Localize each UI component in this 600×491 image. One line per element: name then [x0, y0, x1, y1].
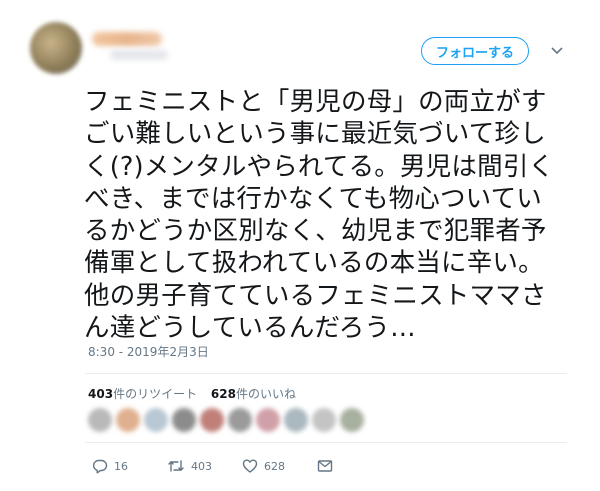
- liker-avatar[interactable]: [144, 408, 168, 432]
- like-button[interactable]: 628: [242, 458, 317, 474]
- heart-icon: [242, 459, 258, 473]
- follow-button[interactable]: フォローする: [421, 37, 529, 65]
- retweets-stat[interactable]: 403件のリツイート: [88, 387, 197, 401]
- retweet-button[interactable]: 403: [167, 458, 242, 474]
- liker-avatar[interactable]: [200, 408, 224, 432]
- divider: [85, 373, 567, 374]
- liker-avatar[interactable]: [256, 408, 280, 432]
- avatar[interactable]: [30, 22, 82, 74]
- liker-avatar[interactable]: [228, 408, 252, 432]
- tweet-card: フォローする フェミニストと「男児の母」の両立がす ごい難しいという事に最近気づ…: [0, 0, 600, 491]
- liker-avatar[interactable]: [172, 408, 196, 432]
- tweet-timestamp[interactable]: 8:30 - 2019年2月3日: [88, 343, 209, 360]
- username-redacted[interactable]: [110, 50, 168, 60]
- likes-stat[interactable]: 628件のいいね: [211, 387, 296, 401]
- retweet-count: 403: [191, 459, 212, 473]
- liker-avatar[interactable]: [312, 408, 336, 432]
- liker-avatars: [88, 408, 364, 432]
- liker-avatar[interactable]: [88, 408, 112, 432]
- tweet-actions: 16 403 628: [92, 458, 333, 474]
- divider: [85, 442, 567, 443]
- dm-button[interactable]: [317, 459, 333, 473]
- chevron-down-icon[interactable]: [549, 43, 565, 59]
- retweets-label: 件のリツイート: [113, 387, 198, 401]
- tweet-text: フェミニストと「男児の母」の両立がす ごい難しいという事に最近気づいて珍し く(…: [84, 87, 555, 344]
- dm-icon: [317, 460, 333, 472]
- display-name-redacted[interactable]: [92, 32, 162, 46]
- likes-count: 628: [210, 387, 236, 401]
- liker-avatar[interactable]: [284, 408, 308, 432]
- retweets-count: 403: [88, 387, 114, 401]
- retweet-icon: [168, 460, 184, 472]
- tweet-stats: 403件のリツイート 628件のいいね: [88, 385, 306, 402]
- reply-button[interactable]: 16: [92, 458, 167, 474]
- liker-avatar[interactable]: [340, 408, 364, 432]
- reply-icon: [92, 459, 108, 474]
- liker-avatar[interactable]: [116, 408, 140, 432]
- likes-label: 件のいいね: [235, 387, 296, 401]
- like-count: 628: [264, 459, 285, 473]
- reply-count: 16: [114, 459, 128, 473]
